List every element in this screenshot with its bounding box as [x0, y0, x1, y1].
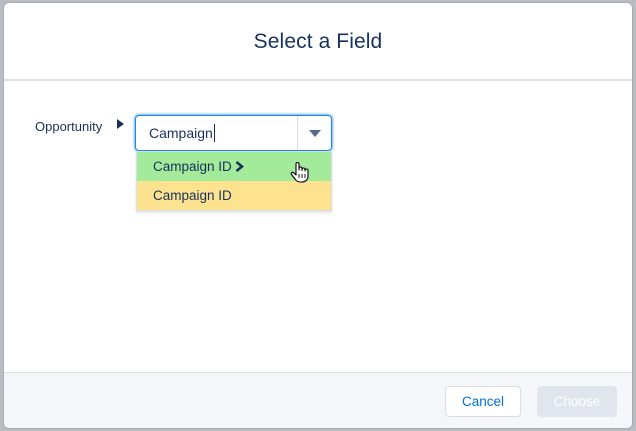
field-search-input[interactable] — [136, 116, 298, 150]
select-field-dialog: Select a Field Opportunity Campaign ID C… — [4, 3, 632, 428]
dialog-body: Opportunity Campaign ID Campaign ID — [4, 81, 632, 372]
option-label: Campaign ID — [153, 188, 232, 203]
dropdown-toggle-button[interactable] — [297, 116, 331, 150]
dialog-header: Select a Field — [4, 3, 632, 81]
choose-button[interactable]: Choose — [537, 386, 617, 417]
field-combobox[interactable] — [135, 115, 332, 151]
dropdown-option-campaign-id[interactable]: Campaign ID — [137, 181, 331, 210]
object-label: Opportunity — [35, 119, 103, 134]
cancel-button[interactable]: Cancel — [445, 386, 521, 417]
hand-pointer-icon — [290, 162, 309, 183]
text-cursor — [214, 124, 215, 142]
caret-down-icon — [308, 129, 321, 137]
right-triangle-icon — [117, 119, 124, 129]
dialog-title: Select a Field — [253, 30, 383, 53]
option-label: Campaign ID — [153, 159, 232, 174]
chevron-right-icon — [235, 161, 244, 172]
dialog-footer: Cancel Choose — [4, 372, 632, 428]
